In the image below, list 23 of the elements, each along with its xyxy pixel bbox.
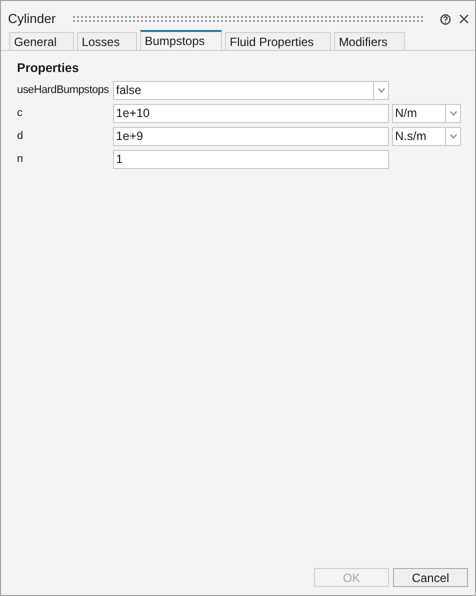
value-field[interactable]: 1e+10 [113, 104, 389, 123]
dropdown[interactable]: false [113, 80, 389, 100]
unit-dropdown[interactable]: N.s/m [392, 126, 461, 146]
chevron-down-icon [450, 134, 456, 139]
help-icon[interactable] [440, 14, 451, 24]
close-icon[interactable] [459, 14, 469, 24]
dialog-button[interactable]: Cancel [393, 568, 468, 587]
property-label: useHardBumpstops [17, 83, 110, 98]
chevron-down-icon [450, 110, 456, 116]
chevron-down-icon [378, 88, 384, 93]
tab[interactable]: Fluid Properties [224, 32, 331, 50]
property-label: n [17, 152, 24, 167]
section-heading: Properties [16, 60, 80, 77]
tab[interactable]: Modifiers [334, 32, 404, 50]
property-label: d [17, 129, 24, 144]
value-field[interactable]: 1 [113, 150, 389, 169]
property-label: c [17, 106, 24, 121]
tab[interactable]: General [9, 32, 74, 50]
unit-dropdown[interactable]: N/m [392, 104, 461, 123]
tab[interactable]: Bumpstops [140, 30, 222, 50]
tab[interactable]: Losses [76, 32, 137, 50]
window-title: Cylinder [8, 10, 56, 28]
value-field[interactable]: 1e+9 [113, 126, 389, 146]
